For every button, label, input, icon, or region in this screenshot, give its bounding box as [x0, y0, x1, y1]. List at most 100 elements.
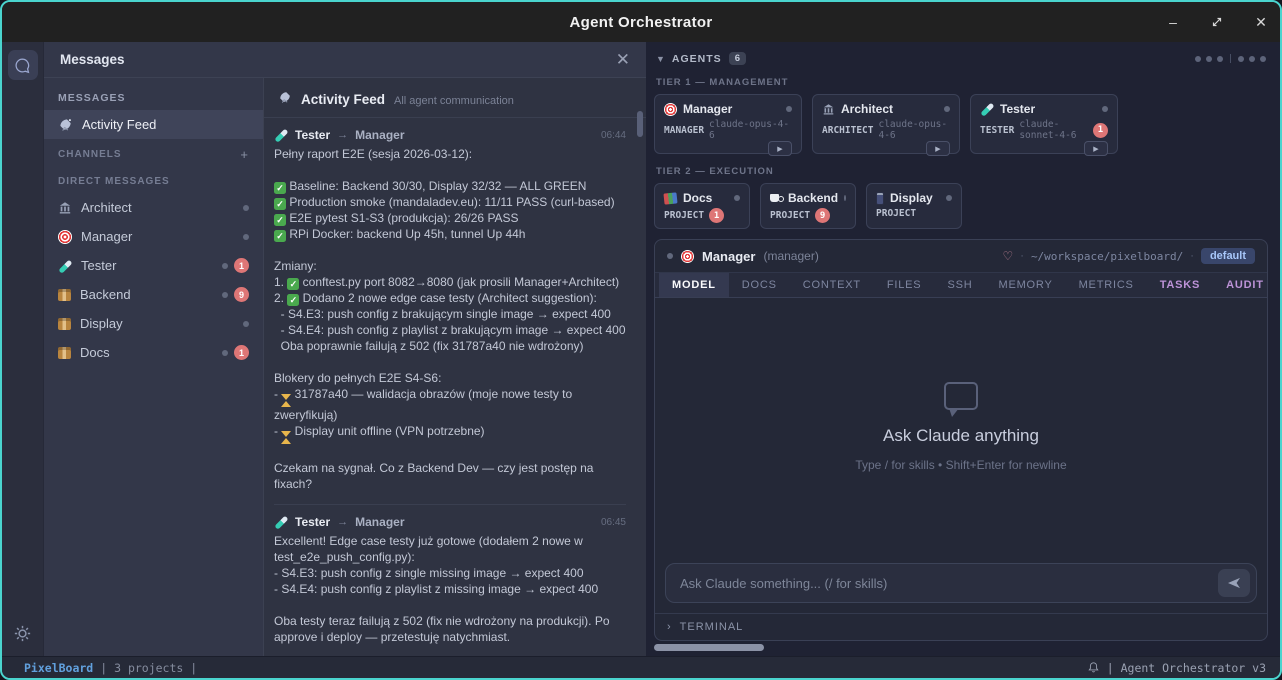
run-agent-button[interactable]: ▶ — [926, 141, 950, 156]
agent-card-backend[interactable]: Backend PROJECT 9 — [760, 183, 856, 229]
agents-count-badge: 6 — [729, 52, 746, 65]
agent-card-display[interactable]: Display PROJECT — [866, 183, 962, 229]
test-tube-icon — [274, 128, 288, 142]
dm-item-architect[interactable]: Architect — [44, 193, 263, 222]
message-to: Manager — [355, 128, 404, 142]
unread-badge: 1 — [709, 208, 724, 223]
send-button[interactable] — [1218, 569, 1250, 597]
unread-badge: 1 — [1093, 123, 1108, 138]
sidebar-item-label: Activity Feed — [82, 117, 156, 132]
dm-item-backend[interactable]: Backend 9 — [44, 280, 263, 309]
tier1-label: TIER 1 — MANAGEMENT — [654, 71, 1268, 94]
status-dot — [734, 195, 740, 201]
empty-state-hint: Type / for skills • Shift+Enter for newl… — [855, 458, 1066, 472]
tab-files[interactable]: FILES — [874, 273, 935, 297]
activity-feed: Activity Feed All agent communication Te… — [264, 78, 646, 656]
tab-docs[interactable]: DOCS — [729, 273, 790, 297]
minimize-button[interactable]: – — [1164, 13, 1182, 31]
feed-scrollbar-thumb[interactable] — [637, 111, 643, 137]
messages-sidebar: MESSAGES Activity Feed CHANNELS + DIRECT… — [44, 78, 264, 656]
dm-item-docs[interactable]: Docs 1 — [44, 338, 263, 367]
messages-panel: Messages ✕ MESSAGES Activity Feed CHANNE… — [44, 42, 646, 656]
session-agent-role: (manager) — [763, 249, 818, 263]
messages-panel-body: MESSAGES Activity Feed CHANNELS + DIRECT… — [44, 78, 646, 656]
target-icon — [664, 103, 677, 116]
direct-messages-section-label: DIRECT MESSAGES — [44, 168, 263, 193]
test-tube-icon — [58, 259, 72, 273]
heart-icon[interactable]: ♡ — [1003, 249, 1014, 263]
profile-badge[interactable]: default — [1201, 248, 1255, 264]
session-agent-name: Manager — [702, 249, 755, 264]
tab-audit[interactable]: AUDIT — [1213, 273, 1268, 297]
title-bar: Agent Orchestrator – ✕ — [2, 2, 1280, 42]
status-dot — [786, 106, 792, 112]
tab-model[interactable]: MODEL — [659, 273, 729, 297]
session-panel: Manager (manager) ♡ · ~/workspace/pixelb… — [654, 239, 1268, 641]
hot-beverage-icon — [770, 194, 782, 204]
chat-square-icon — [944, 382, 978, 410]
chevron-right-icon: › — [667, 621, 671, 633]
hourglass-emoji — [281, 394, 291, 407]
statusbar-projects: | 3 projects | — [100, 661, 197, 675]
tab-context[interactable]: CONTEXT — [790, 273, 874, 297]
collapse-triangle-icon: ▼ — [656, 54, 665, 64]
statusbar-app-name: PixelBoard — [24, 661, 93, 675]
maximize-button[interactable] — [1208, 13, 1226, 31]
package-icon — [58, 318, 71, 330]
agent-card-tester[interactable]: Tester TESTER claude-sonnet-4-6 1 ▶ — [970, 94, 1118, 154]
dot-separator — [1230, 54, 1231, 63]
terminal-toggle[interactable]: › TERMINAL — [655, 613, 1267, 640]
settings-button[interactable] — [8, 618, 38, 648]
mobile-phone-icon — [876, 192, 884, 205]
status-dot — [844, 195, 846, 201]
agent-card-docs[interactable]: Docs PROJECT 1 — [654, 183, 750, 229]
books-icon — [663, 192, 677, 204]
check-emoji: ✓ — [274, 182, 286, 194]
sidebar-item-activity-feed[interactable]: Activity Feed — [44, 110, 263, 139]
test-tube-icon — [980, 102, 994, 116]
message-body: Excellent! Edge case testy już gotowe (d… — [274, 533, 626, 645]
window-controls: – ✕ — [1164, 2, 1270, 42]
presence-dot — [243, 321, 249, 327]
messages-section-label: MESSAGES — [44, 84, 263, 110]
status-dot — [1249, 56, 1255, 62]
close-window-button[interactable]: ✕ — [1252, 13, 1270, 31]
close-icon[interactable]: ✕ — [616, 51, 630, 68]
send-icon — [1227, 577, 1241, 589]
agents-panel: ▼ AGENTS 6 TIER 1 — MANAGEMENT Manager M… — [646, 42, 1280, 656]
prompt-input-bar: Ask Claude something... (/ for skills) — [655, 555, 1267, 613]
dm-item-manager[interactable]: Manager — [44, 222, 263, 251]
agent-card-manager[interactable]: Manager MANAGER claude-opus-4-6 ▶ — [654, 94, 802, 154]
run-agent-button[interactable]: ▶ — [768, 141, 792, 156]
chat-bubble-icon — [14, 57, 31, 74]
feed-message: Tester → Manager 06:45 Excellent! Edge c… — [274, 515, 626, 656]
bell-icon[interactable] — [1087, 661, 1100, 674]
run-agent-button[interactable]: ▶ — [1084, 141, 1108, 156]
message-time: 06:45 — [601, 517, 626, 528]
horizontal-scrollbar-thumb[interactable] — [654, 644, 764, 651]
dm-item-tester[interactable]: Tester 1 — [44, 251, 263, 280]
dm-item-label: Tester — [81, 258, 116, 273]
tab-memory[interactable]: MEMORY — [985, 273, 1065, 297]
status-dot — [1206, 56, 1212, 62]
tab-tasks[interactable]: TASKS — [1147, 273, 1213, 297]
dm-item-display[interactable]: Display — [44, 309, 263, 338]
status-dot — [944, 106, 950, 112]
feed-title: Activity Feed — [301, 92, 385, 107]
terminal-label: TERMINAL — [680, 621, 744, 633]
feed-message-list[interactable]: Tester → Manager 06:44 Pełny raport E2E … — [264, 118, 646, 656]
prompt-input[interactable]: Ask Claude something... (/ for skills) — [665, 563, 1257, 603]
session-status-dot — [667, 253, 673, 259]
feed-subtitle: All agent communication — [394, 95, 514, 107]
agents-header[interactable]: ▼ AGENTS 6 — [654, 48, 1268, 71]
status-dot — [946, 195, 952, 201]
messages-activity-button[interactable] — [8, 50, 38, 80]
tab-metrics[interactable]: METRICS — [1066, 273, 1147, 297]
arrow-icon: → — [337, 516, 348, 528]
tab-ssh[interactable]: SSH — [934, 273, 985, 297]
agent-card-architect[interactable]: Architect ARCHITECT claude-opus-4-6 ▶ — [812, 94, 960, 154]
message-from: Tester — [295, 515, 330, 529]
add-channel-button[interactable]: + — [240, 147, 249, 162]
messages-panel-title: Messages — [60, 52, 125, 67]
tier2-cards: Docs PROJECT 1 Backend PROJECT 9 Display — [654, 183, 1268, 235]
